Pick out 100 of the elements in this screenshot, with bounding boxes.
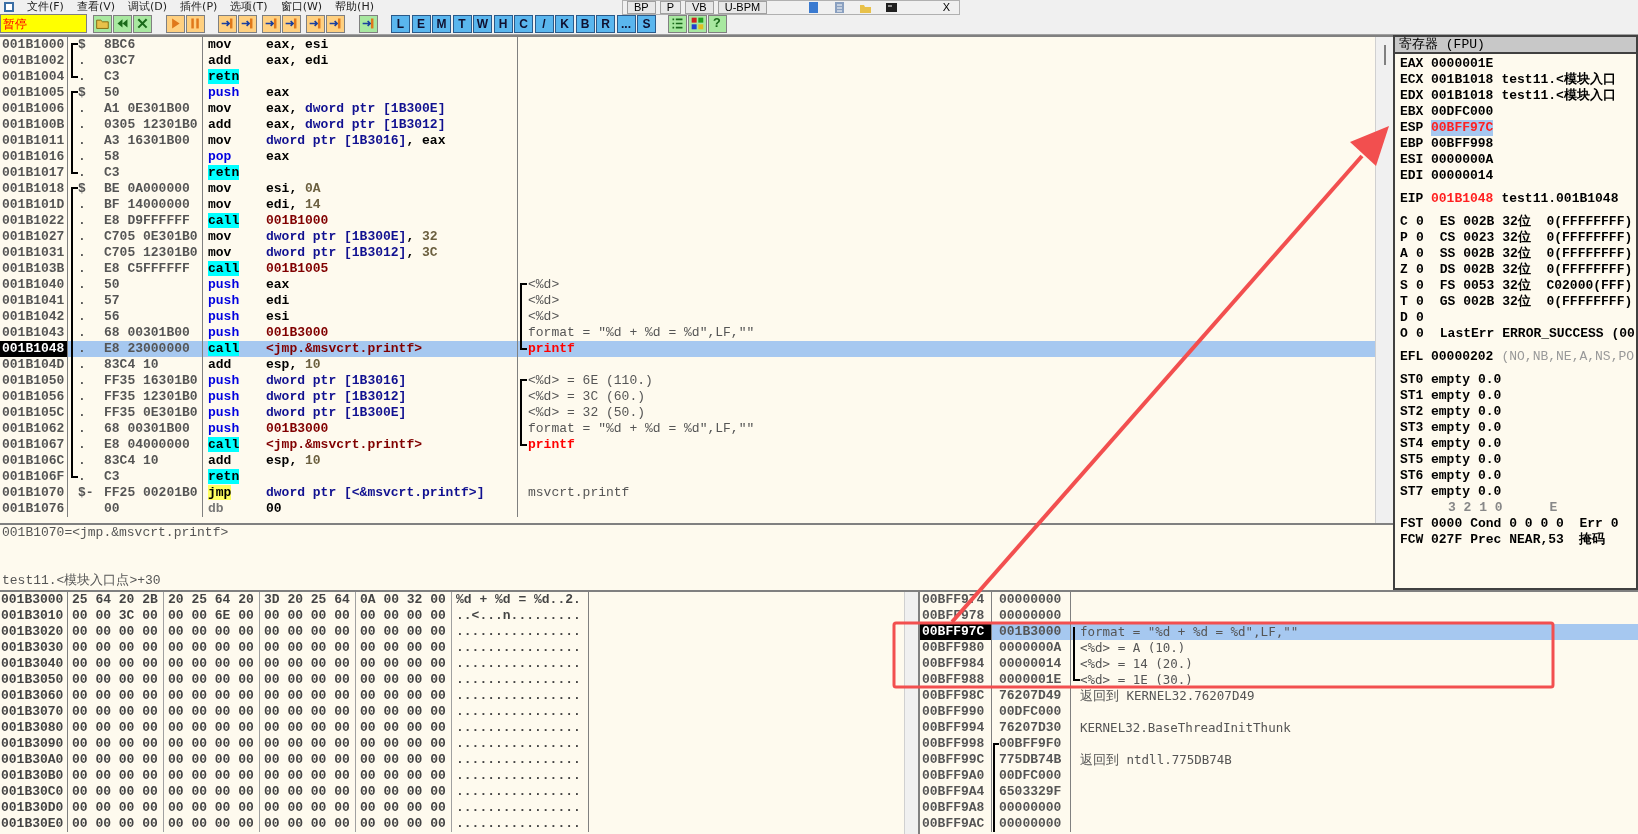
toolbar-button[interactable]: K [555, 14, 574, 33]
hex-cell: 00 00 00 00 [164, 816, 260, 832]
arrow-button[interactable] [359, 14, 378, 33]
comment-text: <%d> = A (10.) [1080, 640, 1186, 656]
register-name: EAX [1400, 56, 1425, 72]
toolbar-button[interactable]: W [473, 14, 492, 33]
address-cell: 00BFF98C [920, 688, 992, 704]
hex-cell: 00 00 00 00 [164, 704, 260, 720]
mnemonic-text: push [208, 309, 240, 324]
address-cell: 001B1040 [0, 277, 68, 293]
menu-item[interactable]: 窗口(W) [280, 0, 323, 13]
comment-text: printf [527, 341, 575, 357]
pause-button[interactable] [186, 14, 205, 33]
toolbar-button[interactable]: R [596, 14, 615, 33]
toolbar-button[interactable]: P [659, 1, 682, 14]
arrow-button[interactable] [282, 14, 301, 33]
hex-cell: 00 00 6E 00 [164, 608, 260, 624]
menu-item[interactable]: 选项(T) [230, 0, 268, 13]
operand-text: dword ptr [1B3012], 3C [266, 245, 438, 260]
register-value: 0 [1416, 246, 1424, 262]
value-cell: 00000000 [999, 800, 1062, 816]
marker-text: . [78, 245, 86, 261]
mnemonic-text: pop [208, 149, 232, 164]
address-cell: 001B1002 [0, 53, 68, 69]
menu-item[interactable]: 插件(P) [180, 0, 218, 13]
close-button[interactable] [133, 14, 152, 33]
hex-cell: 25 64 20 2B [68, 592, 164, 608]
operand-text: dword ptr [1B3016], eax [266, 133, 446, 148]
arrow-button[interactable] [306, 14, 325, 33]
marker-text: . [78, 101, 86, 117]
arrow-button[interactable] [238, 14, 257, 33]
menu-item[interactable]: 帮助(H) [335, 0, 374, 13]
hex-cell: 00 00 3C 00 [68, 608, 164, 624]
mnemonic-text: call [208, 261, 240, 276]
register-comment: ES 002B 32位 0(FFFFFFFF) [1439, 214, 1633, 230]
menu-item[interactable]: 查看(V) [76, 0, 116, 13]
hex-cell: FF35 12301B0 [104, 389, 203, 405]
register-value: 0000000A [1431, 152, 1494, 168]
register-comment: test11.<模块入口 [1501, 72, 1616, 88]
toolbar-button[interactable]: / [534, 14, 554, 33]
toolbar-button[interactable]: U-BPM [717, 1, 768, 14]
register-name: ECX [1400, 72, 1425, 88]
hex-cell: 00 00 00 00 [260, 784, 356, 800]
hex-cell: 00 00 00 00 [68, 768, 164, 784]
toolbar-button[interactable]: VB [685, 1, 714, 14]
toolbar-button[interactable]: H [493, 14, 513, 33]
menu-item[interactable]: 调试(D) [128, 0, 168, 13]
register-name: EDI [1400, 168, 1425, 184]
toolbar-button[interactable]: B [575, 14, 595, 33]
register-value: 0 [1416, 262, 1424, 278]
menu-item[interactable]: 文件(F) [27, 0, 64, 13]
toolbar-button[interactable]: ... [616, 14, 636, 33]
play-button[interactable] [166, 14, 185, 33]
operand-text: esi, 0A [266, 181, 321, 196]
toolbar-button[interactable]: C [514, 14, 533, 33]
address-cell: 001B30E0 [0, 816, 68, 832]
hex-cell: 00 00 00 00 [68, 752, 164, 768]
register-value: empty [1431, 404, 1470, 420]
address-cell: 00BFF9AC [920, 816, 992, 832]
toolbar-button[interactable]: M [432, 14, 451, 33]
hex-cell: 50 [104, 277, 203, 293]
register-name: EBP [1400, 136, 1425, 152]
arrow-button[interactable] [326, 14, 345, 33]
register-name: ESP [1400, 120, 1425, 136]
marker-text: . [78, 69, 86, 85]
toolbar-button[interactable]: T [452, 14, 472, 33]
toolbar-button[interactable]: L [391, 14, 410, 33]
hex-cell: 00 00 00 00 [260, 736, 356, 752]
scrollbar[interactable] [904, 592, 918, 834]
arrow-button[interactable] [262, 14, 281, 33]
caption-text: 3 2 1 0 E [1448, 500, 1558, 516]
hex-cell: 00 00 00 00 [356, 800, 452, 816]
arrow-button[interactable] [218, 14, 237, 33]
register-comment: 0.0 [1478, 404, 1502, 420]
value-cell: 00DFC000 [999, 768, 1062, 784]
comment-text: <%d> [527, 309, 560, 325]
address-cell: 001B3090 [0, 736, 68, 752]
register-comment: (NO,NB,NE,A,NS,PO [1501, 349, 1635, 365]
value-cell: 0000001E [999, 672, 1062, 688]
folder-button[interactable] [93, 14, 112, 33]
register-comment: 0.0 [1478, 420, 1502, 436]
marker-text: $- [78, 485, 94, 501]
hex-cell: 00 00 00 00 [68, 816, 164, 832]
rewind-button[interactable] [113, 14, 132, 33]
scrollbar[interactable] [1375, 37, 1393, 523]
toolbar-button[interactable]: E [411, 14, 431, 33]
operand-text: dword ptr [<&msvcrt.printf>] [266, 485, 485, 500]
hex-cell: 00 00 00 00 [68, 704, 164, 720]
hex-cell: 00 00 00 00 [164, 800, 260, 816]
close-button[interactable]: X [937, 1, 955, 14]
console-button[interactable] [883, 1, 900, 14]
hex-cell: 0A 00 32 00 [356, 592, 452, 608]
ascii-cell: ................ [452, 752, 589, 768]
register-name: Z [1400, 262, 1409, 278]
comment-text: format = "%d + %d = %d",LF,"" [527, 325, 755, 341]
operand-text: eax [266, 277, 290, 292]
value-cell: 0000000A [999, 640, 1062, 656]
address-cell: 00BFF994 [920, 720, 992, 736]
marker-text: . [78, 373, 86, 389]
toolbar-button[interactable]: BP [627, 1, 656, 14]
